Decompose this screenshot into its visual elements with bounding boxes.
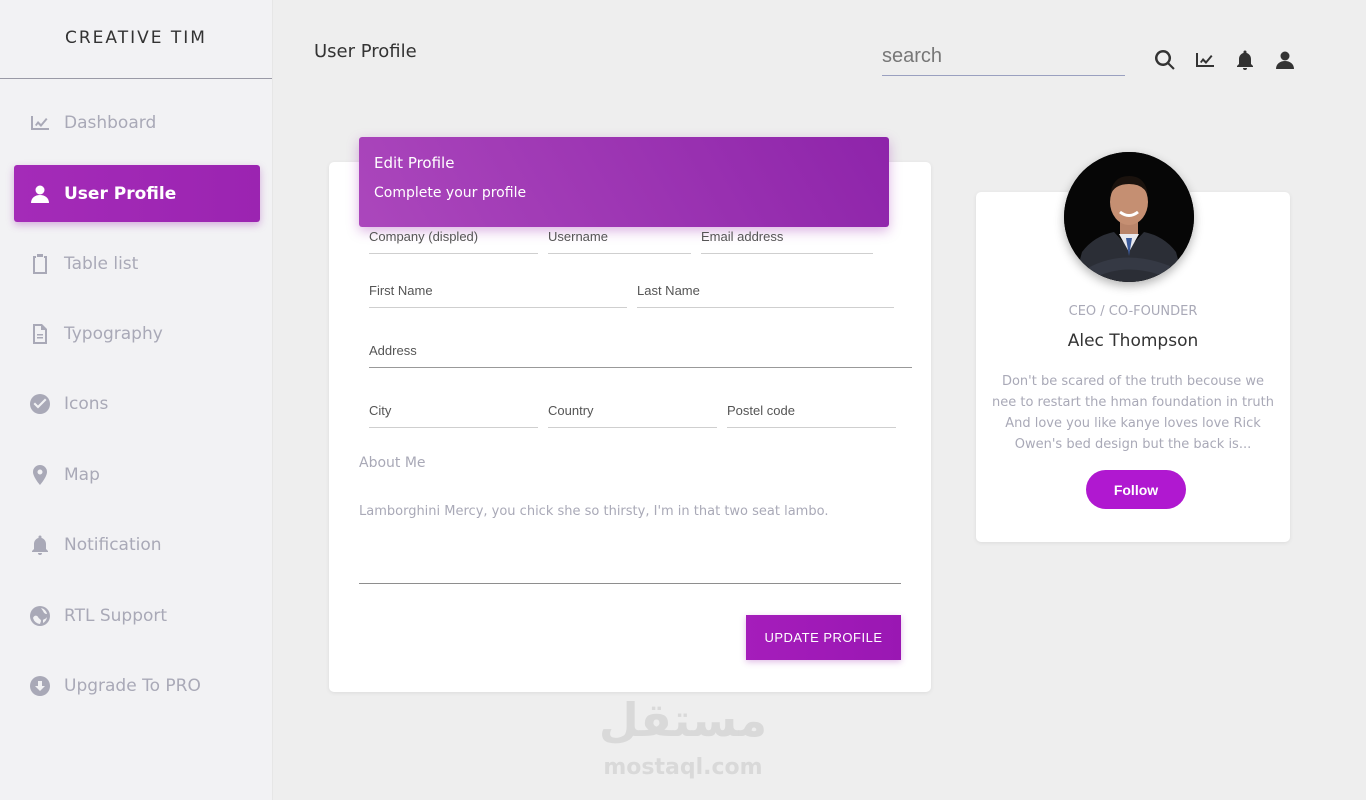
- chart-icon[interactable]: [1194, 49, 1216, 71]
- brand-logo[interactable]: CREATIVE TIM: [0, 0, 272, 79]
- sidebar-item-label: Notification: [64, 534, 162, 555]
- sidebar-item-label: User Profile: [64, 183, 177, 204]
- download-icon: [30, 675, 50, 696]
- sidebar-item-notification[interactable]: Notification: [14, 516, 260, 573]
- city-field[interactable]: City: [369, 398, 538, 428]
- sidebar-item-label: Icons: [64, 393, 109, 414]
- avatar: [1064, 152, 1194, 282]
- check-circle-icon: [30, 393, 50, 414]
- username-field[interactable]: Username: [548, 224, 691, 254]
- edit-profile-subtitle: Complete your profile: [374, 185, 527, 201]
- profile-role: CEO / CO-FOUNDER: [1068, 304, 1198, 319]
- sidebar-item-label: Typography: [64, 323, 163, 344]
- sidebar-item-user-profile[interactable]: User Profile: [14, 165, 260, 222]
- about-me-textarea[interactable]: Lamborghini Mercy, you chick she so thir…: [359, 504, 901, 584]
- sidebar-item-label: Map: [64, 464, 100, 485]
- map-pin-icon: [30, 464, 50, 485]
- first-name-field[interactable]: First Name: [369, 278, 627, 308]
- address-field[interactable]: Address: [369, 338, 912, 368]
- sidebar-item-icons[interactable]: Icons: [14, 375, 260, 432]
- clipboard-icon: [30, 253, 50, 274]
- email-field[interactable]: Email address: [701, 224, 873, 254]
- profile-bio: Don't be scared of the truth becouse we …: [992, 374, 1274, 452]
- about-me-label: About Me: [359, 455, 426, 471]
- sidebar-item-label: RTL Support: [64, 605, 168, 626]
- sidebar-item-table-list[interactable]: Table list: [14, 235, 260, 292]
- edit-profile-header: Edit Profile Complete your profile: [359, 137, 889, 227]
- postal-code-field[interactable]: Postel code: [727, 398, 896, 428]
- search-icon[interactable]: [1154, 49, 1176, 71]
- bell-icon[interactable]: [1234, 49, 1256, 71]
- edit-profile-title: Edit Profile: [374, 154, 455, 172]
- person-icon: [30, 184, 50, 204]
- company-field[interactable]: Company (displed): [369, 224, 538, 254]
- update-profile-button[interactable]: UPDATE PROFILE: [746, 615, 901, 660]
- sidebar-item-map[interactable]: Map: [14, 446, 260, 503]
- sidebar-item-label: Upgrade To PRO: [64, 675, 201, 696]
- sidebar-item-dashboard[interactable]: Dashboard: [14, 94, 260, 151]
- document-icon: [30, 323, 50, 344]
- watermark-latin: mostaql.com: [603, 755, 763, 780]
- bell-icon: [30, 535, 50, 555]
- sidebar-item-label: Dashboard: [64, 112, 157, 133]
- sidebar-item-rtl-support[interactable]: RTL Support: [14, 587, 260, 644]
- person-icon[interactable]: [1274, 49, 1296, 71]
- profile-name: Alec Thompson: [1067, 331, 1199, 351]
- country-field[interactable]: Country: [548, 398, 717, 428]
- last-name-field[interactable]: Last Name: [637, 278, 894, 308]
- sidebar-item-upgrade[interactable]: Upgrade To PRO: [14, 657, 260, 714]
- search-input[interactable]: [882, 38, 1125, 76]
- sidebar-item-label: Table list: [64, 253, 139, 274]
- chart-icon: [30, 113, 50, 133]
- language-icon: [30, 605, 50, 626]
- follow-button[interactable]: Follow: [1086, 470, 1186, 509]
- page-title: User Profile: [314, 41, 417, 62]
- sidebar-item-typography[interactable]: Typography: [14, 305, 260, 362]
- watermark-arabic: مستقل: [598, 693, 768, 747]
